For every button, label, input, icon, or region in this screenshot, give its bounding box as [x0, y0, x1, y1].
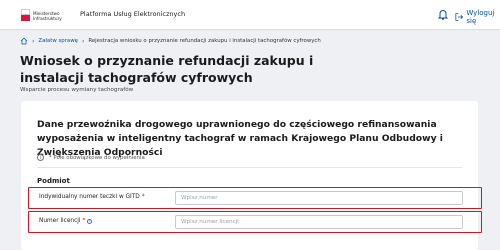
flag-emblem-icon [21, 9, 30, 22]
required-note-text: * Pole obowiązkowe do wypełnienia [49, 154, 145, 161]
form-card: Dane przewoźnika drogowego uprawnionego … [21, 101, 482, 250]
logout-label: Wyloguj się [466, 9, 495, 25]
gitd-number-input[interactable] [175, 191, 463, 205]
breadcrumb-item-zalatw[interactable]: Załatw sprawę [38, 38, 78, 44]
bell-icon[interactable] [437, 9, 449, 21]
page-title: Wniosek o przyznanie refundacji zakupu i… [20, 53, 314, 85]
chevron-right-icon: › [81, 37, 85, 45]
platform-name: Platforma Usług Elektronicznych [80, 10, 186, 18]
breadcrumb: › Załatw sprawę › Rejestracja wniosku o … [20, 37, 321, 45]
licence-number-input[interactable] [175, 215, 463, 229]
top-header: Ministerstwo Infrastruktury Platforma Us… [0, 0, 500, 30]
logo-line1: Ministerstwo [33, 10, 60, 16]
field-row-licence: Numer licencji * i [28, 211, 482, 233]
gitd-number-label: Indywidualny numer teczki w GITD * [39, 194, 145, 200]
required-note: i * Pole obowiązkowe do wypełnienia [37, 154, 145, 161]
gitd-number-label-text: Indywidualny numer teczki w GITD [39, 194, 140, 200]
logout-icon [455, 13, 464, 21]
logout-button[interactable]: Wyloguj się [455, 9, 500, 25]
subject-heading: Podmiot [37, 177, 70, 185]
info-icon: i [37, 154, 44, 161]
info-icon[interactable]: i [87, 218, 93, 224]
required-star: * [82, 218, 86, 224]
licence-number-label-text: Numer licencji [39, 218, 81, 224]
licence-number-label: Numer licencji * i [39, 218, 93, 224]
home-icon[interactable] [20, 37, 28, 45]
required-star: * [141, 194, 145, 200]
chevron-right-icon: › [32, 37, 35, 45]
page-subtitle: Wsparcie procesu wymiany tachografów [20, 87, 134, 93]
ministry-logo[interactable]: Ministerstwo Infrastruktury [21, 7, 67, 24]
field-row-gitd: Indywidualny numer teczki w GITD * [28, 187, 482, 209]
logo-text: Ministerstwo Infrastruktury [33, 11, 62, 21]
divider [37, 167, 462, 168]
breadcrumb-current: Rejestracja wniosku o przyznanie refunda… [88, 38, 321, 44]
logo-line2: Infrastruktury [33, 15, 62, 21]
